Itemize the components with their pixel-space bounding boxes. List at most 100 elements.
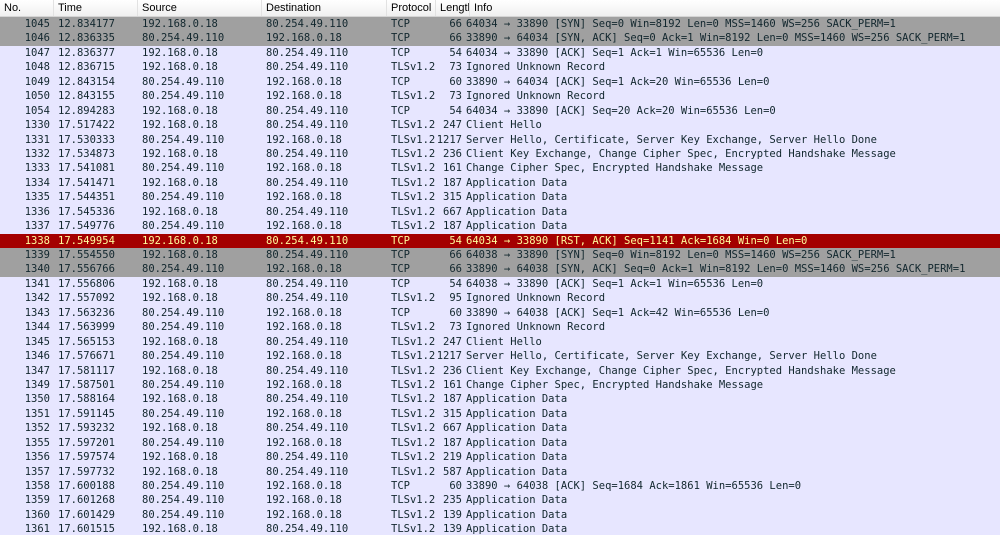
column-header-length[interactable]: Length [436, 0, 470, 16]
packet-protocol: TLSv1.2 [391, 335, 436, 348]
packet-source: 192.168.0.18 [142, 422, 218, 435]
packet-destination: 80.254.49.110 [266, 465, 349, 478]
packet-row[interactable]: 1333 17.541081 80.254.49.110 192.168.0.18 TL… [0, 161, 1000, 176]
packet-time: 17.601429 [58, 508, 115, 521]
column-header-info[interactable]: Info [470, 0, 1000, 16]
packet-destination: 80.254.49.110 [266, 523, 349, 535]
packet-row[interactable]: 1335 17.544351 80.254.49.110 192.168.0.18 TL… [0, 190, 1000, 205]
packet-destination: 80.254.49.110 [266, 61, 349, 74]
packet-row[interactable]: 1047 12.836377 192.168.0.18 80.254.49.110 TC… [0, 45, 1000, 61]
packet-destination: 80.254.49.110 [266, 277, 349, 290]
packet-row[interactable]: 1049 12.843154 80.254.49.110 192.168.0.18 TC… [0, 74, 1000, 90]
packet-source: 192.168.0.18 [142, 119, 218, 132]
packet-row[interactable]: 1332 17.534873 192.168.0.18 80.254.49.110 TL… [0, 146, 1000, 162]
packet-info: Application Data [466, 465, 568, 478]
packet-no: 1336 [24, 205, 50, 218]
packet-no: 1357 [24, 465, 50, 478]
packet-time: 17.601268 [58, 494, 115, 507]
packet-info: Application Data [466, 393, 568, 406]
packet-no: 1343 [24, 306, 50, 319]
packet-row[interactable]: 1359 17.601268 80.254.49.110 192.168.0.18 TL… [0, 493, 1000, 508]
column-header-time[interactable]: Time [54, 0, 138, 16]
packet-time: 17.593232 [58, 422, 115, 435]
packet-row[interactable]: 1048 12.836715 192.168.0.18 80.254.49.110 TL… [0, 60, 1000, 75]
packet-row[interactable]: 1351 17.591145 80.254.49.110 192.168.0.18 TL… [0, 406, 1000, 422]
packet-time: 17.557092 [58, 292, 115, 305]
packet-row[interactable]: 1356 17.597574 192.168.0.18 80.254.49.110 TL… [0, 450, 1000, 465]
packet-row[interactable]: 1349 17.587501 80.254.49.110 192.168.0.18 TL… [0, 377, 1000, 393]
packet-row[interactable]: 1345 17.565153 192.168.0.18 80.254.49.110 TL… [0, 334, 1000, 350]
packet-source: 192.168.0.18 [142, 523, 218, 535]
packet-row[interactable]: 1330 17.517422 192.168.0.18 80.254.49.110 TL… [0, 118, 1000, 133]
packet-source: 192.168.0.18 [142, 465, 218, 478]
packet-row[interactable]: 1358 17.600188 80.254.49.110 192.168.0.18 TC… [0, 479, 1000, 494]
packet-row[interactable]: 1343 17.563236 80.254.49.110 192.168.0.18 TC… [0, 305, 1000, 321]
packet-row[interactable]: 1347 17.581117 192.168.0.18 80.254.49.110 TL… [0, 363, 1000, 378]
packet-length: 54 [449, 104, 462, 117]
packet-row[interactable]: 1054 12.894283 192.168.0.18 80.254.49.110 TC… [0, 103, 1000, 119]
packet-row[interactable]: 1338 17.549954 192.168.0.18 80.254.49.110 TC… [0, 233, 1000, 248]
packet-list[interactable]: No. Time Source Destination Protocol Len… [0, 0, 1000, 535]
packet-protocol: TCP [391, 249, 410, 261]
packet-protocol: TLSv1.2 [391, 176, 436, 189]
packet-length: 73 [449, 61, 462, 74]
column-header-no[interactable]: No. [0, 0, 54, 16]
packet-info: Application Data [466, 205, 568, 218]
packet-destination: 80.254.49.110 [266, 451, 349, 464]
packet-info: Client Key Exchange, Change Cipher Spec,… [466, 147, 896, 160]
packet-row[interactable]: 1339 17.554550 192.168.0.18 80.254.49.110 TC… [0, 248, 1000, 263]
packet-info: Ignored Unknown Record [466, 321, 606, 334]
packet-row[interactable]: 1341 17.556806 192.168.0.18 80.254.49.110 TC… [0, 276, 1000, 292]
packet-row[interactable]: 1350 17.588164 192.168.0.18 80.254.49.110 TL… [0, 392, 1000, 407]
packet-row[interactable]: 1342 17.557092 192.168.0.18 80.254.49.110 TL… [0, 291, 1000, 306]
packet-no: 1054 [24, 104, 50, 117]
packet-protocol: TLSv1.2 [391, 61, 436, 74]
packet-info: Ignored Unknown Record [466, 61, 606, 74]
packet-time: 17.534873 [58, 147, 115, 160]
packet-row[interactable]: 1361 17.601515 192.168.0.18 80.254.49.110 TL… [0, 522, 1000, 535]
packet-row[interactable]: 1331 17.530333 80.254.49.110 192.168.0.18 TL… [0, 132, 1000, 147]
packet-time: 17.565153 [58, 335, 115, 348]
packet-time: 17.549776 [58, 220, 115, 233]
packet-no: 1349 [24, 378, 50, 391]
packet-protocol: TLSv1.2 [391, 378, 436, 391]
packet-row[interactable]: 1346 17.576671 80.254.49.110 192.168.0.18 TL… [0, 349, 1000, 364]
packet-length: 161 [443, 378, 462, 391]
column-header-destination[interactable]: Destination [262, 0, 387, 16]
packet-no: 1360 [24, 508, 50, 521]
packet-protocol: TLSv1.2 [391, 465, 436, 478]
packet-row[interactable]: 1344 17.563999 80.254.49.110 192.168.0.18 TL… [0, 320, 1000, 335]
packet-protocol: TLSv1.2 [391, 292, 436, 305]
packet-info: 64034 → 33890 [RST, ACK] Seq=1141 Ack=16… [466, 234, 808, 247]
packet-row[interactable]: 1352 17.593232 192.168.0.18 80.254.49.110 TL… [0, 421, 1000, 436]
packet-length: 667 [443, 422, 462, 435]
packet-row[interactable]: 1340 17.556766 80.254.49.110 192.168.0.18 TC… [0, 262, 1000, 277]
column-header-source[interactable]: Source [138, 0, 262, 16]
packet-row[interactable]: 1334 17.541471 192.168.0.18 80.254.49.110 TL… [0, 175, 1000, 191]
packet-source: 80.254.49.110 [142, 407, 225, 420]
packet-row[interactable]: 1360 17.601429 80.254.49.110 192.168.0.18 TL… [0, 507, 1000, 523]
packet-length: 161 [443, 162, 462, 175]
packet-row[interactable]: 1046 12.836335 80.254.49.110 192.168.0.18 TC… [0, 31, 1000, 46]
packet-protocol: TLSv1.2 [391, 451, 436, 464]
packet-no: 1334 [24, 176, 50, 189]
packet-no: 1359 [24, 494, 50, 507]
packet-length: 66 [449, 263, 462, 276]
column-header-protocol[interactable]: Protocol [387, 0, 436, 16]
packet-row[interactable]: 1337 17.549776 80.254.49.110 192.168.0.18 TL… [0, 219, 1000, 234]
packet-protocol: TLSv1.2 [391, 191, 436, 204]
packet-protocol: TLSv1.2 [391, 147, 436, 160]
packet-row[interactable]: 1336 17.545336 192.168.0.18 80.254.49.110 TL… [0, 204, 1000, 220]
packet-row[interactable]: 1050 12.843155 80.254.49.110 192.168.0.18 TL… [0, 89, 1000, 104]
packet-no: 1333 [24, 162, 50, 175]
packet-row[interactable]: 1355 17.597201 80.254.49.110 192.168.0.18 TL… [0, 435, 1000, 451]
packet-length: 60 [449, 306, 462, 319]
packet-source: 80.254.49.110 [142, 133, 225, 146]
packet-row[interactable]: 1045 12.834177 192.168.0.18 80.254.49.110 TC… [0, 17, 1000, 32]
packet-protocol: TCP [391, 263, 410, 276]
packet-length: 60 [449, 480, 462, 492]
packet-info: Server Hello, Certificate, Server Key Ex… [466, 133, 877, 146]
packet-destination: 192.168.0.18 [266, 350, 342, 363]
packet-source: 192.168.0.18 [142, 393, 218, 406]
packet-row[interactable]: 1357 17.597732 192.168.0.18 80.254.49.110 TL… [0, 464, 1000, 479]
